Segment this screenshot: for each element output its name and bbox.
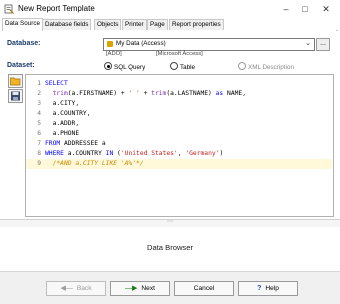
back-arrow-icon: ◀— bbox=[60, 285, 73, 292]
code-text: FROM ADDRESSEE a bbox=[45, 139, 106, 149]
code-token: a.CITY, bbox=[45, 100, 80, 107]
database-icon bbox=[107, 41, 113, 47]
radio-table-label: Table bbox=[180, 64, 196, 71]
help-icon: ? bbox=[257, 285, 262, 292]
next-button[interactable]: —▶ Next bbox=[110, 281, 170, 296]
code-token: (a.FIRSTNAME) + bbox=[67, 90, 129, 97]
code-text: a.COUNTRY, bbox=[45, 109, 91, 119]
line-number: 7 bbox=[37, 140, 41, 147]
code-token: a.ADDR, bbox=[45, 120, 80, 127]
code-token: FROM bbox=[45, 140, 61, 147]
code-token: trim bbox=[45, 90, 68, 97]
code-token: ' ' bbox=[128, 90, 140, 97]
report-app-icon bbox=[4, 4, 14, 14]
code-token: trim bbox=[151, 90, 167, 97]
save-disk-icon bbox=[11, 91, 20, 101]
code-text: /*AND a.CITY LIKE 'A%'*/ bbox=[45, 159, 144, 169]
code-token: NAME, bbox=[223, 90, 246, 97]
wizard-button-bar: ◀— Back —▶ Next Cancel ? Help bbox=[0, 271, 340, 304]
next-button-label: Next bbox=[141, 285, 155, 292]
database-label: Database: bbox=[7, 40, 41, 47]
radio-unselected-icon bbox=[170, 62, 178, 70]
code-line: 6 a.PHONE bbox=[26, 129, 332, 139]
code-line: 4 a.COUNTRY, bbox=[26, 109, 332, 119]
close-icon[interactable]: ✕ bbox=[320, 3, 332, 15]
help-button-label: Help bbox=[265, 285, 279, 292]
open-folder-button[interactable] bbox=[8, 74, 23, 88]
dataset-label: Dataset: bbox=[7, 62, 35, 69]
minimize-icon[interactable]: – bbox=[280, 3, 292, 15]
database-selected-value: My Data (Access) bbox=[116, 40, 166, 47]
radio-unselected-icon bbox=[238, 62, 246, 70]
tab-printer[interactable]: Printer bbox=[122, 19, 147, 30]
next-arrow-icon: —▶ bbox=[125, 285, 138, 292]
cancel-button-label: Cancel bbox=[193, 285, 215, 292]
cancel-button[interactable]: Cancel bbox=[174, 281, 234, 296]
database-driver-label: [ADO] bbox=[106, 51, 122, 57]
title-bar: New Report Template – □ ✕ bbox=[0, 0, 340, 18]
tab-database-fields[interactable]: Database fields bbox=[42, 19, 92, 30]
radio-sql-query[interactable]: SQL Query bbox=[104, 62, 145, 71]
line-number: 5 bbox=[37, 120, 41, 127]
radio-xml-description: XML Description bbox=[238, 62, 294, 71]
code-token: 'United States' bbox=[120, 150, 178, 157]
code-text: a.CITY, bbox=[45, 99, 80, 109]
database-provider-label: [Microsoft Access] bbox=[156, 51, 203, 57]
sql-editor[interactable]: 1 SELECT 2 trim(a.FIRSTNAME) + ' ' + trim(… bbox=[25, 74, 334, 217]
code-text: trim(a.FIRSTNAME) + ' ' + trim(a.LASTNAM… bbox=[45, 89, 246, 99]
back-button: ◀— Back bbox=[46, 281, 106, 296]
code-token: /*AND a.CITY LIKE 'A%'*/ bbox=[45, 160, 144, 167]
code-token: SELECT bbox=[45, 80, 68, 87]
database-select[interactable]: My Data (Access) ⌄ bbox=[103, 38, 315, 51]
database-more-button[interactable]: ... bbox=[316, 38, 330, 51]
line-number: 2 bbox=[37, 90, 41, 97]
tab-page[interactable]: Page bbox=[147, 19, 168, 30]
data-browser-panel: Data Browser bbox=[0, 227, 340, 271]
code-token: WHERE bbox=[45, 150, 64, 157]
line-number: 9 bbox=[37, 160, 41, 167]
code-token: (a.LASTNAME) bbox=[166, 90, 216, 97]
code-line: 9 /*AND a.CITY LIKE 'A%'*/ bbox=[26, 159, 332, 169]
code-token: a.PHONE bbox=[45, 130, 80, 137]
code-line: 5 a.ADDR, bbox=[26, 119, 332, 129]
radio-sql-query-label: SQL Query bbox=[114, 64, 146, 71]
window-title: New Report Template bbox=[18, 4, 95, 13]
tab-data-source[interactable]: Data Source bbox=[2, 18, 44, 31]
help-button[interactable]: ? Help bbox=[238, 281, 298, 296]
code-token: ( bbox=[113, 150, 121, 157]
tab-objects[interactable]: Objects bbox=[94, 19, 122, 30]
code-text: a.ADDR, bbox=[45, 119, 80, 129]
code-text: WHERE a.COUNTRY IN ('United States', 'Ge… bbox=[45, 149, 223, 159]
radio-selected-icon bbox=[104, 62, 112, 70]
line-number: 6 bbox=[37, 130, 41, 137]
radio-xml-description-label: XML Description bbox=[248, 64, 294, 71]
code-line: 7 FROM ADDRESSEE a bbox=[26, 139, 332, 149]
tab-report-properties[interactable]: Report properties bbox=[169, 19, 224, 30]
radio-table[interactable]: Table bbox=[170, 62, 195, 71]
code-token: a.COUNTRY, bbox=[45, 110, 91, 117]
code-text: SELECT bbox=[45, 79, 68, 89]
code-token: + bbox=[139, 90, 152, 97]
code-token: 'Germany' bbox=[185, 150, 220, 157]
code-line: 3 a.CITY, bbox=[26, 99, 332, 109]
chevron-down-icon: ⌄ bbox=[305, 40, 311, 47]
save-button[interactable] bbox=[8, 89, 23, 103]
line-number: 1 bbox=[37, 80, 41, 87]
line-number: 4 bbox=[37, 110, 41, 117]
line-number: 8 bbox=[37, 150, 41, 157]
code-token: ADDRESSEE a bbox=[60, 140, 106, 147]
code-token: a.COUNTRY bbox=[63, 150, 106, 157]
code-text: a.PHONE bbox=[45, 129, 80, 139]
maximize-icon[interactable]: □ bbox=[299, 3, 311, 15]
line-number: 3 bbox=[37, 100, 41, 107]
back-button-label: Back bbox=[76, 285, 92, 292]
editor-toolstrip bbox=[8, 74, 24, 214]
code-line: 2 trim(a.FIRSTNAME) + ' ' + trim(a.LASTN… bbox=[26, 89, 332, 99]
code-line: 1 SELECT bbox=[26, 79, 332, 89]
data-browser-label: Data Browser bbox=[146, 243, 193, 252]
code-token: ) bbox=[219, 150, 224, 157]
open-folder-icon bbox=[10, 77, 21, 86]
code-line: 8 WHERE a.COUNTRY IN ('United States', 'G… bbox=[26, 149, 332, 159]
